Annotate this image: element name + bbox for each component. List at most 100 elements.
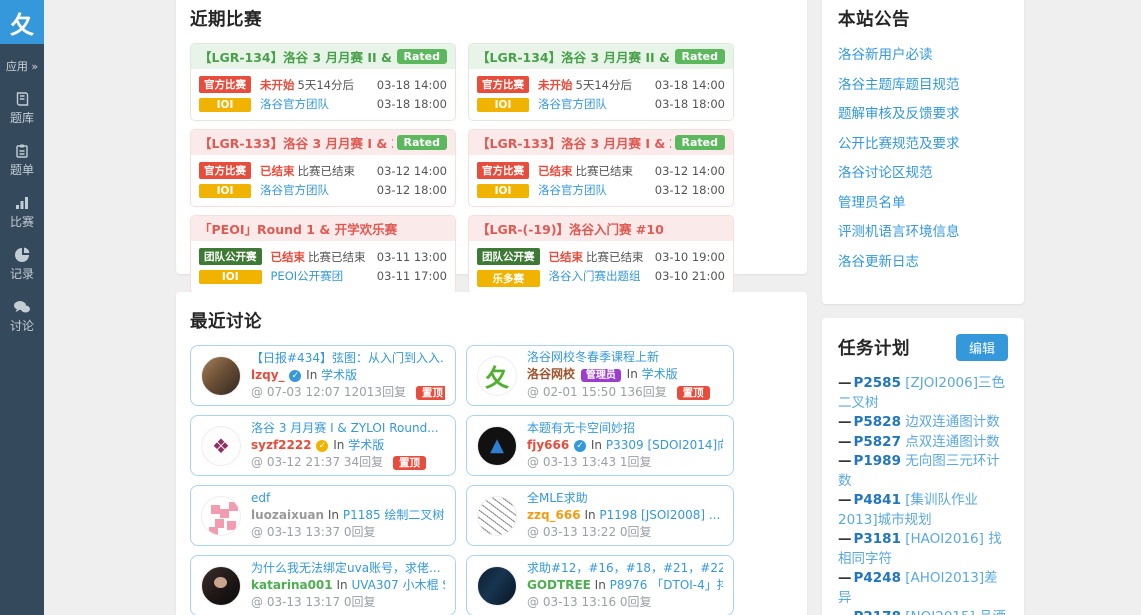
problem-id[interactable]: P4841: [854, 492, 901, 508]
announcement-link[interactable]: 洛谷更新日志: [838, 248, 1008, 278]
luogu-logo[interactable]: 夂: [0, 0, 44, 44]
announcement-link[interactable]: 洛谷新用户必读: [838, 41, 1008, 71]
discussion-author[interactable]: 洛谷网校: [527, 367, 575, 381]
discussion-author[interactable]: syzf2222: [251, 438, 312, 452]
discussion-card[interactable]: edf luozaixuan In P1185 绘制二叉树 @ 03-13 13…: [190, 485, 456, 546]
contest-title[interactable]: 「PEOI」Round 1 & 开学欢乐赛: [199, 219, 447, 238]
discussion-board-link[interactable]: 学术版: [642, 367, 678, 381]
discussion-title[interactable]: edf: [251, 490, 445, 507]
avatar[interactable]: 夂: [477, 356, 517, 396]
contest-type-tag: 团队公开赛: [199, 248, 262, 265]
problem-title[interactable]: 点双连通图计数: [905, 434, 1000, 450]
discussion-title[interactable]: 本题有无卡空间妙招: [527, 420, 723, 437]
discussion-board-link[interactable]: 学术版: [321, 368, 357, 382]
avatar[interactable]: [201, 496, 241, 536]
contest-organizer-link[interactable]: 洛谷官方团队: [260, 97, 329, 111]
dash-icon: —: [838, 453, 852, 469]
discussion-author[interactable]: fjy666: [527, 438, 569, 452]
avatar[interactable]: [201, 566, 241, 606]
task-item[interactable]: —P4841 [集训队作业2013]城市规划: [838, 491, 1008, 530]
contest-card[interactable]: 「PEOI」Round 1 & 开学欢乐赛 团队公开赛 IOI 已结束比赛已结束…: [190, 215, 456, 294]
task-item[interactable]: —P5827 点双连通图计数: [838, 433, 1008, 453]
edit-button[interactable]: 编辑: [956, 334, 1008, 361]
announcement-link[interactable]: 题解审核及反馈要求: [838, 100, 1008, 130]
contest-card[interactable]: 【LGR-(-19)】洛谷入门赛 #10 团队公开赛 乐多赛 已结束比赛已结束 …: [468, 215, 734, 294]
discussion-title[interactable]: 求助#12，#16，#18，#21，#22: [527, 560, 723, 577]
contest-title[interactable]: 【LGR-133】洛谷 3 月月赛 I & ZYLOI ...: [477, 133, 671, 152]
problem-id[interactable]: P3181: [854, 531, 901, 547]
discussion-card[interactable]: 【日报#434】弦图：从入门到入入... lzqy_ ✓ In 学术版 @ 07…: [190, 345, 456, 406]
sidebar-item-problems[interactable]: 题库: [0, 91, 44, 126]
contest-organizer-link[interactable]: 洛谷官方团队: [538, 183, 607, 197]
task-item[interactable]: —P5828 边双连通图计数: [838, 413, 1008, 433]
contest-title[interactable]: 【LGR-134】洛谷 3 月月赛 II &「GLR-...: [477, 47, 671, 66]
pie-chart-icon: [0, 247, 44, 263]
announcement-link[interactable]: 洛谷讨论区规范: [838, 159, 1008, 189]
task-item[interactable]: —P1989 无向图三元环计数: [838, 452, 1008, 491]
contest-organizer-link[interactable]: 洛谷官方团队: [260, 183, 329, 197]
sidebar-item-records[interactable]: 记录: [0, 247, 44, 282]
sidebar-item-apps[interactable]: 应用 »: [0, 58, 44, 74]
contest-status: 已结束: [271, 250, 306, 264]
sidebar-item-discussions[interactable]: 讨论: [0, 299, 44, 334]
discussion-board-link[interactable]: P1198 [JSOI2008] ...: [599, 508, 720, 522]
avatar[interactable]: [477, 566, 517, 606]
discussion-author[interactable]: lzqy_: [251, 368, 285, 382]
task-item[interactable]: —P3181 [HAOI2016] 找相同字符: [838, 530, 1008, 569]
announcement-link[interactable]: 公开比赛规范及要求: [838, 130, 1008, 160]
problem-id[interactable]: P2585: [854, 375, 901, 391]
announcement-link[interactable]: 管理员名单: [838, 189, 1008, 219]
contest-title[interactable]: 【LGR-(-19)】洛谷入门赛 #10: [477, 219, 725, 238]
task-item[interactable]: —P2585 [ZJOI2006]三色二叉树: [838, 374, 1008, 413]
discussion-board-link[interactable]: 学术版: [348, 438, 384, 452]
discussion-board-link[interactable]: P1185 绘制二叉树: [343, 508, 445, 522]
sidebar-item-contests[interactable]: 比赛: [0, 195, 44, 230]
discussion-author[interactable]: luozaixuan: [251, 508, 324, 522]
contest-start-time: 03-12 14:00: [377, 162, 447, 181]
discussion-card[interactable]: 为什么我无法绑定uva账号，求佬... katarina001 In UVA30…: [190, 555, 456, 615]
contest-title[interactable]: 【LGR-134】洛谷 3 月月赛 II &「GLR ...: [199, 47, 393, 66]
discussion-title[interactable]: 洛谷网校冬春季课程上新: [527, 349, 723, 366]
contest-organizer-link[interactable]: 洛谷入门赛出题组: [549, 269, 641, 283]
announcement-link[interactable]: 评测机语言环境信息: [838, 218, 1008, 248]
contest-card[interactable]: 【LGR-134】洛谷 3 月月赛 II &「GLR ... Rated 官方比…: [190, 43, 456, 121]
discussion-author[interactable]: GODTREE: [527, 578, 591, 592]
contest-title[interactable]: 【LGR-133】洛谷 3 月月赛 I & ZYLOI ...: [199, 133, 393, 152]
discussion-card[interactable]: 全MLE求助 zzq_666 In P1198 [JSOI2008] ... @…: [466, 485, 734, 546]
discussion-card[interactable]: ❖ 洛谷 3 月月赛 I & ZYLOI Round... syzf2222 ✓…: [190, 415, 456, 476]
discussion-title[interactable]: 洛谷 3 月月赛 I & ZYLOI Round...: [251, 420, 445, 437]
discussion-title[interactable]: 全MLE求助: [527, 490, 723, 507]
discussion-author[interactable]: katarina001: [251, 578, 333, 592]
sidebar-item-label: 讨论: [10, 319, 34, 333]
contest-card[interactable]: 【LGR-133】洛谷 3 月月赛 I & ZYLOI ... Rated 官方…: [190, 129, 456, 207]
sidebar-item-problem-lists[interactable]: 题单: [0, 143, 44, 178]
avatar[interactable]: ▲: [477, 426, 517, 466]
problem-id[interactable]: P1989: [854, 453, 901, 469]
discussion-board-link[interactable]: UVA307 小木棍 Sti...: [351, 578, 445, 592]
discussion-time-replies: @ 02-01 15:50 136回复: [527, 385, 667, 399]
problem-id[interactable]: P4248: [854, 570, 901, 586]
problem-title[interactable]: 边双连通图计数: [905, 414, 1000, 430]
contest-organizer-link[interactable]: PEOI公开赛团: [271, 269, 344, 283]
discussion-card[interactable]: 求助#12，#16，#18，#21，#22 GODTREE In P8976 「…: [466, 555, 734, 615]
problem-id[interactable]: P5828: [854, 414, 901, 430]
discussion-board-link[interactable]: P3309 [SDOI2014]向...: [606, 438, 723, 452]
problem-id[interactable]: P2178: [854, 609, 901, 615]
dash-icon: —: [838, 492, 852, 508]
contest-card[interactable]: 【LGR-134】洛谷 3 月月赛 II &「GLR-... Rated 官方比…: [468, 43, 734, 121]
problem-id[interactable]: P5827: [854, 434, 901, 450]
discussion-card[interactable]: ▲ 本题有无卡空间妙招 fjy666 ✓ In P3309 [SDOI2014]…: [466, 415, 734, 476]
task-item[interactable]: —P2178 [NOI2015] 品酒大会: [838, 608, 1008, 615]
contest-card[interactable]: 【LGR-133】洛谷 3 月月赛 I & ZYLOI ... Rated 官方…: [468, 129, 734, 207]
discussion-author[interactable]: zzq_666: [527, 508, 581, 522]
discussion-board-link[interactable]: P8976 「DTOI-4」排...: [610, 578, 723, 592]
announcement-link[interactable]: 洛谷主题库题目规范: [838, 71, 1008, 101]
discussion-title[interactable]: 为什么我无法绑定uva账号，求佬...: [251, 560, 445, 577]
avatar[interactable]: ❖: [201, 426, 241, 466]
discussion-title[interactable]: 【日报#434】弦图：从入门到入入...: [251, 350, 445, 367]
task-item[interactable]: —P4248 [AHOI2013]差异: [838, 569, 1008, 608]
contest-organizer-link[interactable]: 洛谷官方团队: [538, 97, 607, 111]
discussion-card[interactable]: 夂 洛谷网校冬春季课程上新 洛谷网校 管理员 In 学术版 @ 02-01 15…: [466, 345, 734, 406]
avatar[interactable]: [477, 496, 517, 536]
avatar[interactable]: [201, 356, 241, 396]
